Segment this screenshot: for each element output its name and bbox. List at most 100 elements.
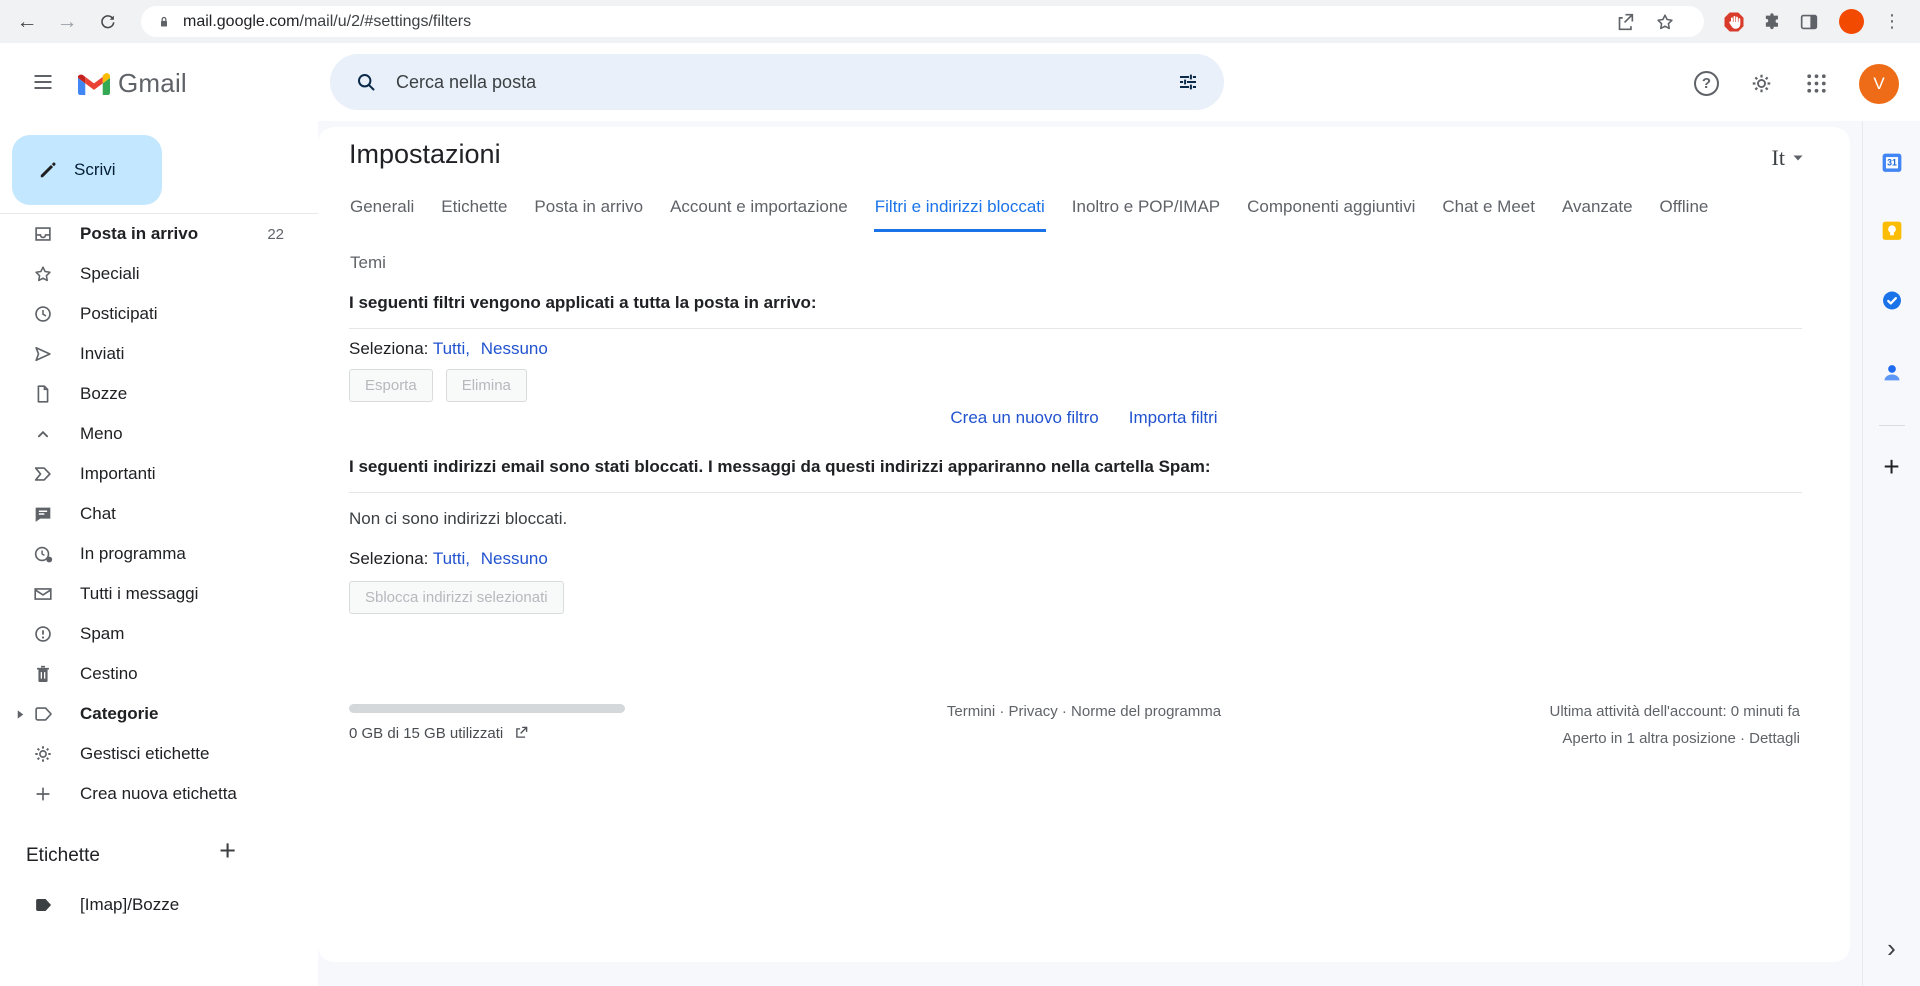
sidebar-item-posticipati[interactable]: Posticipati — [0, 294, 318, 334]
select-all-filters-link[interactable]: Tutti — [433, 339, 465, 358]
calendar-app-button[interactable]: 31 — [1879, 150, 1904, 175]
inbox-icon — [32, 223, 54, 245]
filters-select-row: Seleziona: Tutti, Nessuno — [349, 339, 548, 359]
tab-inoltro-e-pop-imap[interactable]: Inoltro e POP/IMAP — [1071, 191, 1221, 232]
sidebar-item-bozze[interactable]: Bozze — [0, 374, 318, 414]
sidebar-item-importanti[interactable]: Importanti — [0, 454, 318, 494]
input-tools-icon: It — [1772, 145, 1785, 171]
trash-icon — [32, 663, 54, 685]
sidebar-item-meno[interactable]: Meno — [0, 414, 318, 454]
sidebar-item-spam[interactable]: Spam — [0, 614, 318, 654]
sidebar-item-crea-nuova-etichetta[interactable]: Crea nuova etichetta — [0, 774, 318, 814]
page-title: Impostazioni — [349, 139, 501, 170]
tab-avanzate[interactable]: Avanzate — [1561, 191, 1634, 232]
sidebar-item-inviati[interactable]: Inviati — [0, 334, 318, 374]
manage-labels-gear-icon — [32, 743, 54, 765]
sidebar-item-posta-in-arrivo[interactable]: Posta in arrivo 22 — [0, 214, 318, 254]
search-options-tune-icon[interactable] — [1176, 70, 1200, 94]
tab-componenti-aggiuntivi[interactable]: Componenti aggiuntivi — [1246, 191, 1416, 232]
settings-tabs: Generali Etichette Posta in arrivo Accou… — [349, 191, 1709, 232]
open-locations-text[interactable]: Aperto in 1 altra posizione · Dettagli — [1550, 725, 1800, 752]
important-marker-icon — [32, 463, 54, 485]
contacts-app-button[interactable] — [1879, 360, 1904, 385]
tab-chat-e-meet[interactable]: Chat e Meet — [1441, 191, 1536, 232]
expand-side-panel-chevron[interactable]: › — [1863, 933, 1920, 964]
chevron-up-icon — [32, 423, 54, 445]
tab-offline[interactable]: Offline — [1659, 191, 1710, 232]
import-filters-link[interactable]: Importa filtri — [1129, 408, 1218, 428]
get-add-ons-button[interactable]: + — [1863, 451, 1920, 483]
labels-section-title: Etichette — [26, 845, 100, 867]
search-input[interactable] — [330, 54, 1224, 110]
adblock-extension-icon[interactable] — [1722, 10, 1746, 34]
input-tools-button[interactable]: It — [1772, 145, 1804, 171]
browser-reload-button[interactable] — [90, 0, 124, 43]
tab-etichette[interactable]: Etichette — [440, 191, 508, 232]
sidebar-nav: Posta in arrivo 22 Speciali Posticipati … — [0, 213, 318, 814]
select-none-blocked-link[interactable]: Nessuno — [481, 549, 548, 568]
reload-icon — [98, 12, 117, 31]
delete-filters-button[interactable]: Elimina — [446, 369, 527, 402]
filters-section-heading: I seguenti filtri vengono applicati a tu… — [349, 293, 1802, 329]
search-bar — [330, 54, 1224, 110]
select-none-filters-link[interactable]: Nessuno — [481, 339, 548, 358]
google-apps-grid-icon[interactable] — [1804, 71, 1829, 96]
spam-alert-icon — [32, 623, 54, 645]
caret-down-icon — [1792, 152, 1804, 164]
sidebar-item-speciali[interactable]: Speciali — [0, 254, 318, 294]
gmail-wordmark: Gmail — [118, 68, 187, 99]
unread-count: 22 — [267, 226, 284, 243]
google-side-panel: 31 + › — [1862, 121, 1920, 986]
create-filter-link[interactable]: Crea un nuovo filtro — [950, 408, 1098, 428]
bookmark-star-icon[interactable] — [1654, 11, 1676, 33]
sidebar-item-gestisci-etichette[interactable]: Gestisci etichette — [0, 734, 318, 774]
browser-profile-avatar[interactable] — [1839, 9, 1864, 34]
keep-icon — [1879, 218, 1904, 243]
url-bar[interactable]: mail.google.com/mail/u/2/#settings/filte… — [141, 6, 1704, 37]
sidebar-item-cestino[interactable]: Cestino — [0, 654, 318, 694]
share-icon[interactable] — [1614, 11, 1636, 33]
chat-bubble-icon — [32, 503, 54, 525]
export-filters-button[interactable]: Esporta — [349, 369, 433, 402]
expand-triangle-icon[interactable] — [15, 709, 26, 720]
compose-button[interactable]: Scrivi — [12, 135, 162, 205]
blocked-section-heading: I seguenti indirizzi email sono stati bl… — [349, 457, 1802, 493]
gmail-logo-icon[interactable] — [78, 71, 110, 95]
sidebar-item-categorie[interactable]: Categorie — [0, 694, 318, 734]
tab-account-e-importazione[interactable]: Account e importazione — [669, 191, 849, 232]
browser-menu-button[interactable]: ⋮ — [1883, 0, 1901, 43]
unblock-selected-button[interactable]: Sblocca indirizzi selezionati — [349, 581, 564, 614]
side-panel-divider — [1879, 425, 1905, 426]
open-in-new-icon[interactable] — [512, 724, 530, 742]
side-panel-toggle-icon[interactable] — [1798, 11, 1820, 33]
tab-posta-in-arrivo[interactable]: Posta in arrivo — [533, 191, 644, 232]
settings-card: Impostazioni It Generali Etichette Posta… — [318, 127, 1850, 962]
tab-temi[interactable]: Temi — [349, 247, 387, 285]
create-label-button[interactable]: + — [219, 835, 236, 868]
storage-usage-text: 0 GB di 15 GB utilizzati — [349, 725, 503, 742]
tab-generali[interactable]: Generali — [349, 191, 415, 232]
pencil-icon — [36, 159, 59, 182]
settings-gear-icon[interactable] — [1749, 71, 1774, 96]
tab-filtri-e-indirizzi-bloccati[interactable]: Filtri e indirizzi bloccati — [874, 191, 1046, 232]
account-avatar[interactable]: V — [1859, 64, 1899, 104]
sidebar-label-imap-bozze[interactable]: [Imap]/Bozze — [0, 885, 318, 925]
browser-back-button[interactable]: ← — [10, 0, 44, 43]
label-filled-icon — [32, 894, 54, 916]
keep-app-button[interactable] — [1879, 218, 1904, 243]
gmail-settings-screen: ← → mail.google.com/mail/u/2/#settings/f… — [0, 0, 1920, 986]
browser-forward-button[interactable]: → — [50, 0, 84, 43]
calendar-icon: 31 — [1879, 150, 1904, 175]
main-content-area: Impostazioni It Generali Etichette Posta… — [318, 121, 1862, 986]
tasks-app-button[interactable] — [1879, 288, 1904, 313]
blocked-select-row: Seleziona: Tutti, Nessuno — [349, 549, 548, 569]
help-icon[interactable]: ? — [1694, 71, 1719, 96]
all-mail-envelope-icon — [32, 583, 54, 605]
sidebar-item-tutti-i-messaggi[interactable]: Tutti i messaggi — [0, 574, 318, 614]
sidebar-item-chat[interactable]: Chat — [0, 494, 318, 534]
contacts-icon — [1879, 360, 1904, 385]
main-menu-hamburger-icon[interactable] — [30, 70, 56, 94]
select-all-blocked-link[interactable]: Tutti — [433, 549, 465, 568]
extensions-puzzle-icon[interactable] — [1761, 11, 1783, 33]
sidebar-item-in-programma[interactable]: In programma — [0, 534, 318, 574]
